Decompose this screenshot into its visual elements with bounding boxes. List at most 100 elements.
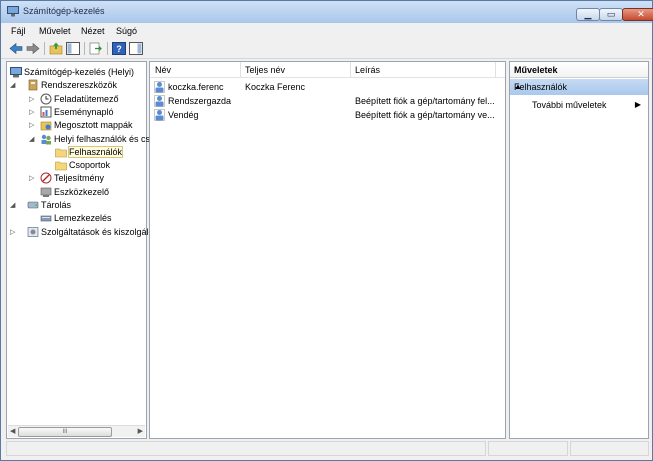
- back-arrow-icon[interactable]: [9, 42, 23, 55]
- shared-folders-icon: [40, 121, 52, 131]
- table-row[interactable]: koczka.ferenc Koczka Ferenc: [150, 81, 505, 94]
- tree-item[interactable]: Eszközkezelő: [7, 186, 146, 199]
- help-icon[interactable]: ?: [112, 42, 126, 55]
- window-title: Számítógép-kezelés: [23, 6, 105, 16]
- forward-arrow-icon[interactable]: [26, 42, 40, 55]
- table-row[interactable]: Rendszergazda Beépített fiók a gép/tartom…: [150, 95, 505, 108]
- menu-action[interactable]: Művelet: [39, 26, 71, 36]
- expand-toggle-icon[interactable]: ▷: [29, 121, 34, 129]
- column-divider[interactable]: [350, 62, 351, 77]
- list-pane[interactable]: Név Teljes név Leírás koczka.ferenc Koczk…: [149, 61, 506, 439]
- table-row[interactable]: Vendég Beépített fiók a gép/tartomány ve.…: [150, 109, 505, 122]
- tree-item[interactable]: ◢ Rendszereszközök: [7, 79, 146, 92]
- more-actions-label: További műveletek: [532, 100, 607, 110]
- tree-item[interactable]: Csoportok: [7, 159, 146, 172]
- column-header-description[interactable]: Leírás: [355, 65, 380, 75]
- tree-item-label: Lemezkezelés: [54, 213, 112, 224]
- device-manager-icon: [40, 187, 52, 197]
- menu-help[interactable]: Súgó: [116, 26, 137, 36]
- system-tools-icon: [28, 79, 38, 91]
- expand-toggle-icon[interactable]: ◢: [10, 81, 15, 89]
- toolbar-separator: [84, 42, 85, 55]
- toolbar: ?: [1, 39, 652, 59]
- tree-item-label: Eseménynapló: [54, 106, 114, 117]
- expand-toggle-icon[interactable]: ▷: [29, 95, 34, 103]
- cell-description: Beépített fiók a gép/tartomány fel...: [355, 96, 495, 106]
- storage-icon: [27, 201, 39, 209]
- tree-item[interactable]: ▷ Megosztott mappák: [7, 119, 146, 132]
- horizontal-scrollbar[interactable]: ◀ III ▶: [8, 425, 145, 437]
- show-hide-tree-icon[interactable]: [66, 42, 80, 55]
- user-account-icon: [154, 95, 165, 107]
- cell-fullname: Koczka Ferenc: [245, 82, 306, 92]
- tree-item[interactable]: ▷ Teljesítmény: [7, 172, 146, 185]
- column-header-name[interactable]: Név: [155, 65, 171, 75]
- local-users-groups-icon: [41, 134, 51, 144]
- computer-management-icon: [7, 6, 19, 17]
- cell-name: Vendég: [168, 110, 199, 120]
- tree-item[interactable]: ◢ Helyi felhasználók és cs: [7, 133, 150, 146]
- actions-header: Műveletek: [510, 62, 648, 78]
- show-hide-action-pane-icon[interactable]: [129, 42, 143, 55]
- performance-icon: [40, 172, 52, 184]
- tree-item-label: Tárolás: [41, 200, 72, 210]
- title-bar[interactable]: Számítógép-kezelés ▁ ▭ ✕: [1, 1, 653, 23]
- tree-item[interactable]: ◢ Tárolás: [7, 199, 146, 212]
- cell-name: koczka.ferenc: [168, 82, 224, 92]
- column-divider[interactable]: [240, 62, 241, 77]
- user-account-icon: [154, 81, 165, 93]
- maximize-button[interactable]: ▭: [599, 8, 623, 21]
- minimize-button[interactable]: ▁: [576, 8, 600, 21]
- submenu-arrow-icon: ▶: [634, 100, 641, 109]
- cell-description: Beépített fiók a gép/tartomány ve...: [355, 110, 495, 120]
- event-viewer-icon: [40, 106, 52, 118]
- collapse-triangle-icon[interactable]: ▲: [514, 82, 642, 91]
- disk-management-icon: [40, 215, 52, 222]
- actions-header-label: Műveletek: [514, 65, 558, 75]
- tree-item-label: Számítógép-kezelés (Helyi): [24, 67, 135, 77]
- tree-pane[interactable]: Számítógép-kezelés (Helyi) ◢ Rendszereszkö…: [6, 61, 154, 439]
- window: Számítógép-kezelés ▁ ▭ ✕ Fájl Művelet Né…: [0, 0, 653, 461]
- export-list-icon[interactable]: [89, 42, 103, 55]
- tree-item-label: Feladatütemező: [54, 93, 119, 104]
- menu-view[interactable]: Nézet: [81, 26, 105, 36]
- tree-item[interactable]: ▷ Feladatütemező: [7, 93, 146, 106]
- scroll-right-icon[interactable]: ▶: [138, 427, 143, 435]
- scroll-left-icon[interactable]: ◀: [10, 427, 15, 435]
- menu-bar: Fájl Művelet Nézet Súgó: [1, 23, 652, 39]
- expand-toggle-icon[interactable]: ◢: [10, 201, 15, 209]
- svg-text:?: ?: [116, 44, 122, 54]
- column-header-row: Név Teljes név Leírás: [150, 62, 505, 78]
- user-account-icon: [154, 109, 165, 121]
- toolbar-separator: [44, 42, 45, 55]
- tree-item[interactable]: ▷ Eseménynapló: [7, 106, 146, 119]
- task-scheduler-icon: [40, 93, 52, 105]
- close-button[interactable]: ✕: [622, 8, 653, 21]
- expand-toggle-icon[interactable]: ▷: [29, 174, 34, 182]
- status-bar: [6, 441, 649, 456]
- expand-toggle-icon[interactable]: ◢: [29, 135, 34, 143]
- more-actions-item[interactable]: További műveletek ▶: [532, 100, 648, 113]
- tree-item-label: Eszközkezelő: [54, 186, 110, 197]
- cell-name: Rendszergazda: [168, 96, 232, 106]
- tree-item[interactable]: Lemezkezelés: [7, 212, 146, 225]
- tree-item-label: Helyi felhasználók és cs: [54, 133, 151, 144]
- services-applications-icon: [27, 226, 39, 237]
- tree-item[interactable]: Felhasználók: [7, 145, 146, 159]
- computer-management-icon: [10, 67, 22, 78]
- tree-item-label: Rendszereszközök: [41, 80, 118, 91]
- expand-toggle-icon[interactable]: ▷: [29, 108, 34, 116]
- column-header-fullname[interactable]: Teljes név: [245, 65, 285, 75]
- tree-item[interactable]: Számítógép-kezelés (Helyi): [7, 66, 146, 79]
- status-segment: [488, 441, 568, 456]
- status-segment: [570, 441, 649, 456]
- column-divider[interactable]: [495, 62, 496, 77]
- scroll-thumb[interactable]: III: [18, 427, 112, 437]
- tree-item[interactable]: ▷ Szolgáltatások és kiszolgáló: [7, 226, 154, 239]
- expand-toggle-icon[interactable]: ▷: [10, 228, 15, 236]
- actions-pane: Műveletek Felhasználók ▲ További művelet…: [509, 61, 649, 439]
- actions-section-users[interactable]: Felhasználók ▲: [510, 79, 648, 95]
- tree-item-label: Megosztott mappák: [54, 120, 133, 131]
- up-folder-icon[interactable]: [49, 42, 63, 55]
- menu-file[interactable]: Fájl: [11, 26, 26, 36]
